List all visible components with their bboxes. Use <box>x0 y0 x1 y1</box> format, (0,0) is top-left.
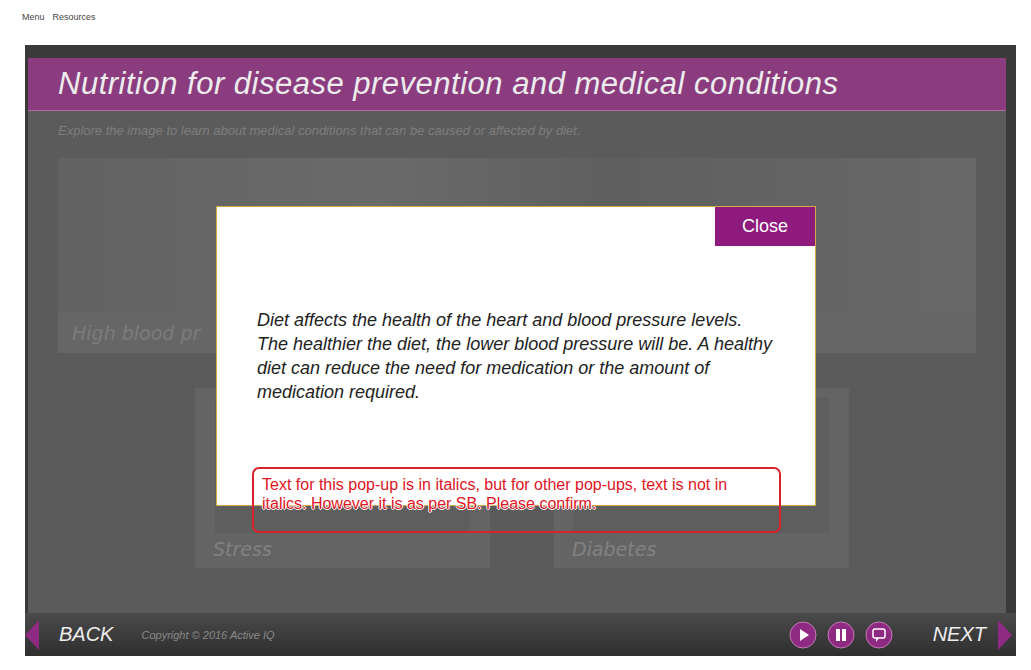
next-button[interactable]: NEXT <box>933 620 1012 650</box>
course-page: Menu Resources Nutrition for disease preve… <box>0 0 1031 670</box>
tile-label: Stress <box>213 538 272 560</box>
right-arrow-icon <box>998 620 1012 650</box>
top-menu: Menu Resources <box>0 0 1031 45</box>
media-controls <box>789 621 893 649</box>
title-bar: Nutrition for disease prevention and med… <box>28 58 1006 111</box>
back-button[interactable]: BACK <box>25 620 113 650</box>
stage: Nutrition for disease prevention and med… <box>25 45 1016 613</box>
review-annotation: Text for this pop-up is in italics, but … <box>252 467 781 533</box>
left-arrow-icon <box>25 620 39 650</box>
play-icon[interactable] <box>789 621 817 649</box>
transcript-icon[interactable] <box>865 621 893 649</box>
close-button[interactable]: Close <box>715 207 815 246</box>
instruction-text: Explore the image to learn about medical… <box>58 123 976 138</box>
page-title: Nutrition for disease prevention and med… <box>58 66 839 102</box>
copyright: Copyright © 2016 Active IQ <box>141 629 274 641</box>
menu-link[interactable]: Menu <box>22 12 45 22</box>
pause-icon[interactable] <box>827 621 855 649</box>
tile-label: Diabetes <box>572 538 656 560</box>
content-area: Explore the image to learn about medical… <box>28 111 1006 613</box>
menu-link[interactable]: Resources <box>53 12 96 22</box>
popup-text: Diet affects the health of the heart and… <box>257 308 775 404</box>
nav-bar: BACK Copyright © 2016 Active IQ NEXT <box>25 613 1016 656</box>
popup: Close Diet affects the health of the hear… <box>216 206 816 506</box>
